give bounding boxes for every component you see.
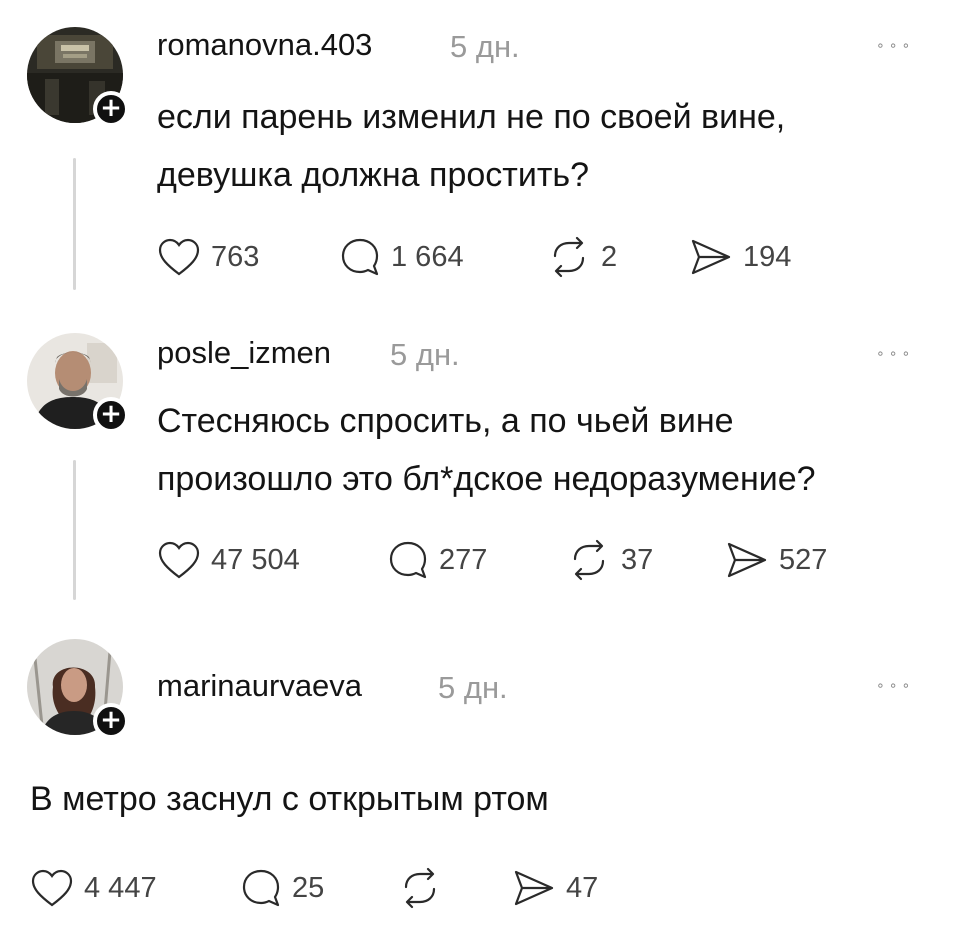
username[interactable]: romanovna.403 [157,27,372,63]
share-icon [727,542,767,578]
heart-icon [158,238,200,276]
comment-button[interactable]: 277 [387,538,487,582]
follow-plus-button[interactable]: + [93,91,129,127]
more-options-button[interactable]: ∘∘∘ [876,346,914,362]
comment-count: 1 664 [391,240,464,273]
comment-button[interactable]: 25 [240,866,324,910]
share-count: 194 [743,240,792,273]
post-time: 5 дн. [438,670,508,705]
repost-button[interactable]: 2 [547,235,617,279]
post-marinaurvaeva: + marinaurvaeva 5 дн. ∘∘∘ В метро заснул… [0,620,960,930]
share-icon [691,239,731,275]
post-time: 5 дн. [390,337,460,372]
thread-line [73,158,76,290]
share-icon [514,870,554,906]
comment-icon [389,541,427,579]
repost-icon [573,539,605,581]
post-text: В метро заснул с открытым ртом [30,780,549,818]
like-count: 4 447 [84,871,157,904]
post-text: Стесняюсь спросить, а по чьей вине произ… [157,402,816,498]
comment-button[interactable]: 1 664 [339,235,464,279]
like-button[interactable]: 763 [157,235,259,279]
repost-button[interactable]: 37 [567,538,653,582]
share-count: 527 [779,543,828,576]
like-count: 47 504 [211,543,300,576]
comment-icon [341,238,379,276]
heart-icon [31,869,73,907]
like-button[interactable]: 4 447 [30,866,157,910]
repost-count: 37 [621,543,654,576]
username[interactable]: posle_izmen [157,335,331,371]
post-text: если парень изменил не по своей вине, де… [157,98,786,194]
repost-count: 2 [601,240,618,273]
action-bar: 763 1 664 2 194 [157,235,857,279]
action-bar: 47 504 277 37 527 [157,538,857,582]
share-count: 47 [566,871,599,904]
like-count: 763 [211,240,260,273]
follow-plus-button[interactable]: + [93,397,129,433]
repost-icon [404,867,436,909]
avatar-marinaurvaeva[interactable]: + [27,639,129,739]
thread-line [73,460,76,600]
more-options-button[interactable]: ∘∘∘ [876,678,914,694]
avatar-posle-izmen[interactable]: + [27,333,129,433]
post-posle-izmen: + posle_izmen 5 дн. ∘∘∘ Стесняюсь спроси… [0,310,960,610]
heart-icon [158,541,200,579]
post-time: 5 дн. [450,29,520,64]
comment-count: 277 [439,543,488,576]
share-button[interactable]: 194 [689,235,791,279]
comment-icon [242,869,280,907]
repost-button[interactable] [398,866,452,910]
share-button[interactable]: 47 [512,866,598,910]
share-button[interactable]: 527 [725,538,827,582]
repost-icon [553,236,585,278]
avatar-romanovna[interactable]: + [27,27,129,127]
action-bar: 4 447 25 47 [30,866,730,910]
post-romanovna: + romanovna.403 5 дн. ∘∘∘ если парень из… [0,0,960,300]
follow-plus-button[interactable]: + [93,703,129,739]
like-button[interactable]: 47 504 [157,538,300,582]
more-options-button[interactable]: ∘∘∘ [876,38,914,54]
username[interactable]: marinaurvaeva [157,668,362,704]
comment-count: 25 [292,871,325,904]
